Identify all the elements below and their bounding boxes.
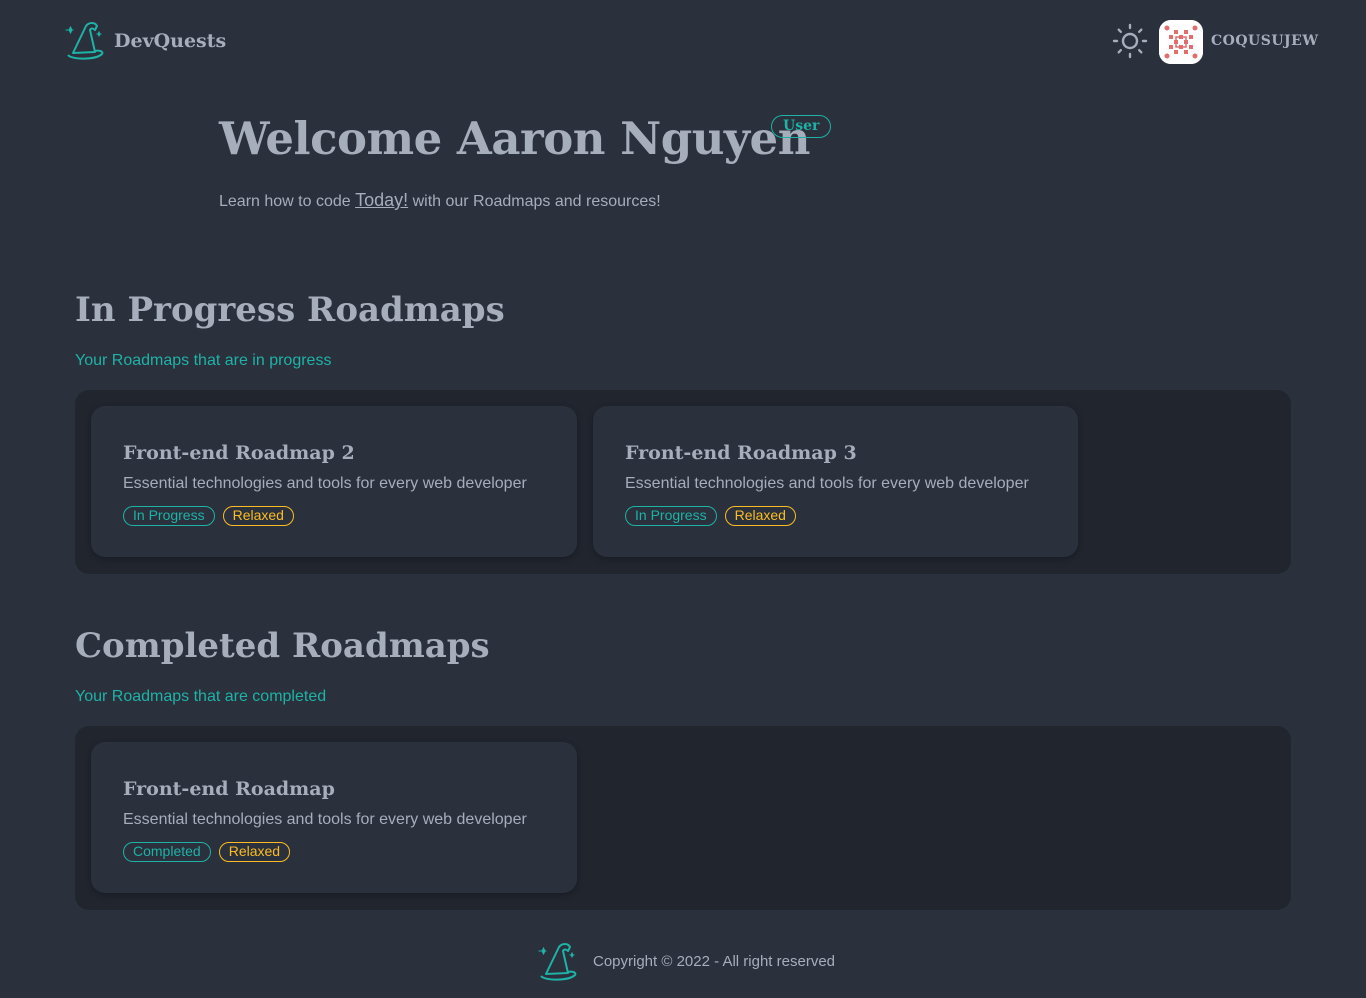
status-badge: Completed	[123, 842, 211, 862]
roadmap-card[interactable]: Front-end Roadmap 3 Essential technologi…	[593, 406, 1078, 557]
sun-icon	[1112, 23, 1148, 59]
pace-badge: Relaxed	[218, 842, 291, 862]
hero-subtitle: Learn how to code Today! with our Roadma…	[219, 190, 661, 211]
header: DevQuests COQUSUJEW	[0, 0, 1366, 86]
completed-title: Completed Roadmaps	[75, 626, 490, 666]
home-logo-link[interactable]: DevQuests	[62, 20, 226, 62]
identicon-avatar	[1159, 20, 1203, 64]
copyright-text: Copyright © 2022 - All right reserved	[593, 953, 835, 970]
completed-panel: Front-end Roadmap Essential technologies…	[75, 726, 1291, 910]
status-badge: In Progress	[123, 506, 215, 526]
roadmap-card-tags: In Progress Relaxed	[625, 506, 796, 526]
wizard-hat-icon	[65, 22, 104, 60]
theme-toggle-button[interactable]	[1112, 23, 1148, 59]
hero-subtitle-start: Learn how to code	[219, 193, 356, 210]
roadmap-card-tags: In Progress Relaxed	[123, 506, 294, 526]
status-badge: In Progress	[625, 506, 717, 526]
in-progress-panel: Front-end Roadmap 2 Essential technologi…	[75, 390, 1291, 574]
today-link[interactable]: Today!	[355, 190, 408, 210]
roadmap-card-tags: Completed Relaxed	[123, 842, 291, 862]
brand-name: DevQuests	[114, 30, 227, 52]
user-avatar[interactable]	[1159, 20, 1203, 64]
roadmap-card-title: Front-end Roadmap	[123, 778, 335, 800]
username-label[interactable]: COQUSUJEW	[1211, 33, 1319, 49]
in-progress-subtitle: Your Roadmaps that are in progress	[75, 352, 332, 369]
completed-subtitle: Your Roadmaps that are completed	[75, 688, 327, 705]
role-badge: User	[771, 115, 832, 138]
footer-logo	[535, 940, 579, 989]
pace-badge: Relaxed	[222, 506, 294, 526]
hero-subtitle-end: with our Roadmaps and resources!	[408, 193, 661, 210]
in-progress-title: In Progress Roadmaps	[75, 290, 505, 330]
roadmap-card-title: Front-end Roadmap 3	[625, 442, 857, 464]
roadmap-card[interactable]: Front-end Roadmap 2 Essential technologi…	[91, 406, 577, 557]
roadmap-card-description: Essential technologies and tools for eve…	[625, 475, 1029, 492]
pace-badge: Relaxed	[724, 506, 796, 526]
roadmap-card-description: Essential technologies and tools for eve…	[123, 475, 527, 492]
wizard-hat-icon	[538, 943, 577, 981]
roadmap-card-description: Essential technologies and tools for eve…	[123, 811, 527, 828]
roadmap-card[interactable]: Front-end Roadmap Essential technologies…	[91, 742, 577, 893]
roadmap-card-title: Front-end Roadmap 2	[123, 442, 355, 464]
welcome-title: Welcome Aaron Nguyen	[219, 112, 810, 165]
